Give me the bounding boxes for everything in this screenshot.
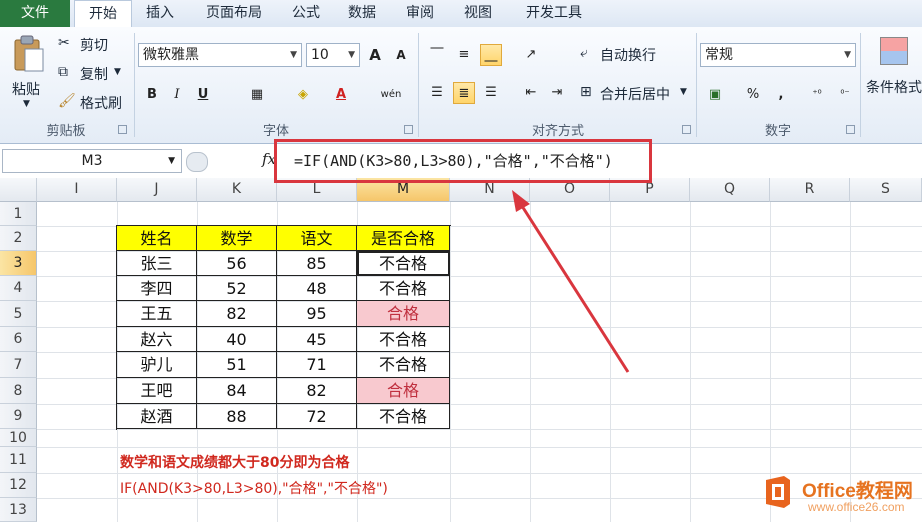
annotation-arrow-icon xyxy=(512,190,630,373)
watermark-title: Office教程网 xyxy=(802,481,913,502)
office-logo-icon xyxy=(766,476,790,508)
watermark-url: www.office26.com xyxy=(808,500,905,514)
